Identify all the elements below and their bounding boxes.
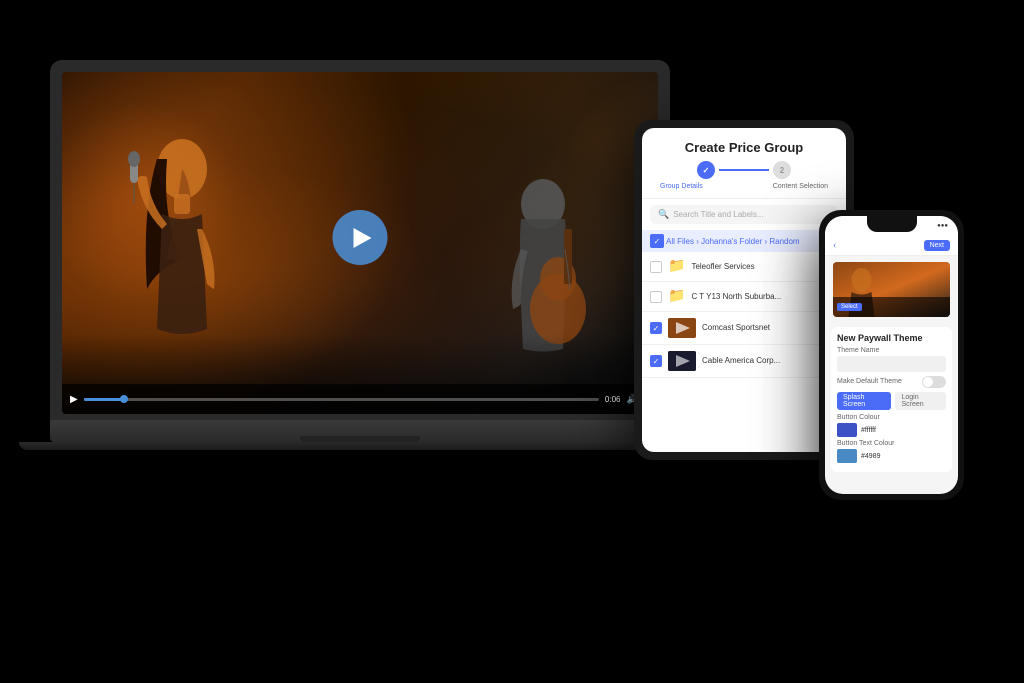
step-1-check: ✓ (703, 166, 710, 175)
time-display: 0:06 (605, 395, 621, 404)
make-default-label: Make Default Theme (837, 378, 902, 385)
tablet-screen: Create Price Group ✓ 2 Group Details Con… (642, 128, 846, 452)
phone-notch (867, 216, 917, 232)
toggle-knob (923, 377, 933, 387)
select-button[interactable]: Select (837, 303, 862, 311)
phone-video-overlay: Select (833, 297, 950, 317)
back-icon[interactable]: ‹ (833, 240, 836, 251)
step-labels: Group Details Content Selection (652, 181, 836, 192)
paywall-theme-section: New Paywall Theme Theme Name Make Defaul… (831, 327, 952, 472)
button-text-colour-value: #4989 (861, 453, 880, 460)
theme-name-input[interactable] (837, 356, 946, 372)
default-theme-row: Make Default Theme (837, 376, 946, 388)
default-theme-toggle[interactable] (922, 376, 946, 388)
step-1-label: Group Details (660, 183, 703, 190)
list-item[interactable]: 📁 C T Y13 North Suburba... (642, 282, 846, 312)
row-label-2: C T Y13 North Suburba... (691, 292, 781, 302)
progress-bar[interactable] (84, 398, 599, 401)
screen-type-buttons: Splash Screen Login Screen (837, 392, 946, 410)
phone-device: ●●● ‹ Next (819, 210, 964, 500)
step-2-circle: 2 (773, 161, 791, 179)
button-colour-value: #ffffff (861, 427, 876, 434)
step-2-number: 2 (780, 166, 784, 175)
button-colour-swatch[interactable] (837, 423, 857, 437)
row-checkbox-2[interactable] (650, 291, 662, 303)
play-icon (353, 228, 371, 248)
laptop-screen-outer: ▶ 0:06 🔊 ⛶ (50, 60, 670, 420)
concert-background: ▶ 0:06 🔊 ⛶ (62, 72, 658, 414)
button-text-colour-row: #4989 (837, 449, 946, 463)
phone-screen: ●●● ‹ Next (825, 216, 958, 494)
search-icon: 🔍 (658, 209, 669, 220)
create-price-group-title: Create Price Group (652, 140, 836, 155)
button-text-colour-swatch[interactable] (837, 449, 857, 463)
paywall-theme-title: New Paywall Theme (837, 333, 946, 343)
folder-icon-1: 📁 (668, 258, 685, 275)
video-thumb-1 (668, 318, 696, 338)
breadcrumb-path: All Files › Johanna's Folder › Random (666, 237, 800, 246)
button-colour-label: Button Colour (837, 414, 946, 421)
status-icons: ●●● (937, 223, 948, 229)
row-checkbox-4[interactable]: ✓ (650, 355, 662, 367)
login-screen-btn[interactable]: Login Screen (895, 392, 946, 410)
search-bar[interactable]: 🔍 Search Title and Labels... (650, 205, 838, 224)
button-text-colour-label: Button Text Colour (837, 440, 946, 447)
progress-dot (120, 395, 128, 403)
list-item[interactable]: 📁 Teleofler Services (642, 252, 846, 282)
row-checkbox-3[interactable]: ✓ (650, 322, 662, 334)
list-item[interactable]: ✓ Comcast Sportsnet (642, 312, 846, 345)
check-icon: ✓ (653, 357, 660, 366)
check-icon: ✓ (653, 324, 660, 333)
video-controls-bar: ▶ 0:06 🔊 ⛶ (62, 384, 658, 414)
progress-fill (84, 398, 125, 401)
next-button[interactable]: Next (924, 240, 950, 251)
laptop-body: ▶ 0:06 🔊 ⛶ (50, 60, 670, 440)
breadcrumb-checkbox[interactable]: ✓ (650, 234, 664, 248)
laptop-foot (19, 442, 701, 450)
step-1-circle: ✓ (697, 161, 715, 179)
video-play-icon[interactable]: ▶ (70, 394, 78, 405)
row-checkbox-1[interactable] (650, 261, 662, 273)
folder-icon-2: 📁 (668, 288, 685, 305)
video-thumb-2 (668, 351, 696, 371)
phone-video-thumb: Select (833, 262, 950, 317)
step-2-label: Content Selection (773, 183, 828, 190)
check-icon: ✓ (654, 237, 661, 246)
tablet-header: Create Price Group ✓ 2 Group Details Con… (642, 128, 846, 199)
button-colour-row: #ffffff (837, 423, 946, 437)
row-label-3: Comcast Sportsnet (702, 323, 770, 333)
theme-name-label: Theme Name (837, 347, 946, 354)
laptop-screen-inner: ▶ 0:06 🔊 ⛶ (62, 72, 658, 414)
phone-header: ‹ Next (825, 236, 958, 256)
splash-screen-btn[interactable]: Splash Screen (837, 392, 891, 410)
row-label-1: Teleofler Services (691, 262, 754, 272)
step-indicators: ✓ 2 (652, 161, 836, 179)
play-button[interactable] (333, 210, 388, 265)
breadcrumb-row[interactable]: ✓ All Files › Johanna's Folder › Random (642, 230, 846, 252)
laptop-base (50, 420, 670, 442)
list-item[interactable]: ✓ Cable America Corp... (642, 345, 846, 378)
search-placeholder: Search Title and Labels... (673, 210, 763, 219)
row-label-4: Cable America Corp... (702, 356, 780, 366)
laptop-device: ▶ 0:06 🔊 ⛶ (50, 60, 670, 480)
main-scene: ▶ 0:06 🔊 ⛶ (0, 0, 1024, 683)
step-connector (719, 169, 769, 171)
